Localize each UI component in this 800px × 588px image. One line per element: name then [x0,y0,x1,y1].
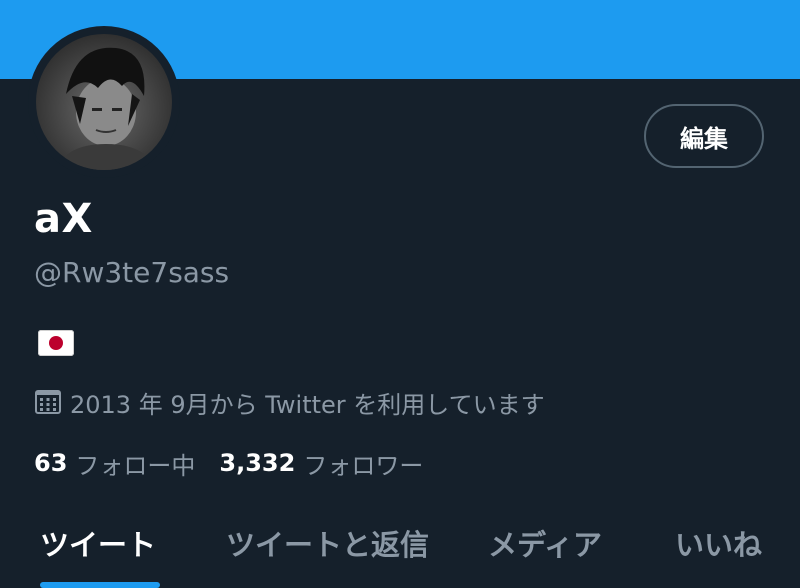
profile-tabs: ツイート ツイートと返信 メディア いいね [0,510,800,588]
followers-label[interactable]: フォロワー [303,446,423,481]
joined-date: 2013 年 9月から Twitter を利用しています [34,386,545,419]
follow-stats: 63 フォロー中 3,332 フォロワー [34,446,423,480]
display-name: aX [34,196,93,242]
following-count[interactable]: 63 [34,449,67,477]
avatar-image [36,34,172,170]
tab-tweets[interactable]: ツイート [40,522,156,564]
edit-profile-button[interactable]: 編集 [644,104,764,168]
calendar-icon [35,390,61,414]
tab-media[interactable]: メディア [488,522,602,564]
user-handle: @Rw3te7sass [34,256,230,289]
active-tab-indicator [40,582,160,588]
tab-likes[interactable]: いいね [675,522,762,564]
avatar[interactable] [28,26,180,178]
joined-text: 2013 年 9月から Twitter を利用しています [70,390,545,419]
following-label[interactable]: フォロー中 [75,446,195,481]
followers-count[interactable]: 3,332 [219,449,295,477]
tab-tweets-and-replies[interactable]: ツイートと返信 [226,522,429,564]
japan-flag-icon [38,330,74,356]
